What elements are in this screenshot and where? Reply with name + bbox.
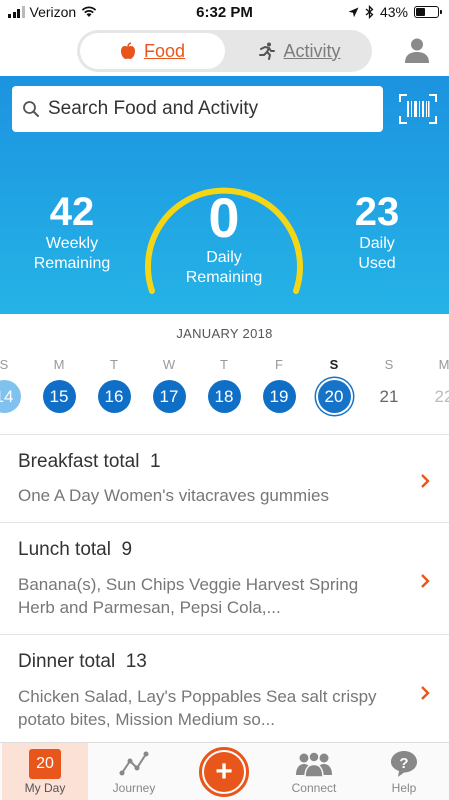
date-22[interactable]: 22 xyxy=(428,380,449,413)
add-button[interactable]: + xyxy=(199,747,249,797)
weekday-label: F xyxy=(275,357,283,372)
date-16[interactable]: 16 xyxy=(97,380,131,413)
tab-food[interactable]: Food xyxy=(80,33,225,69)
tab-connect-label: Connect xyxy=(291,781,337,795)
battery-percent: 43% xyxy=(379,4,408,20)
location-arrow-icon xyxy=(348,7,359,17)
daily-used-label-2: Used xyxy=(358,255,396,272)
food-activity-toggle: Food Activity xyxy=(77,30,372,72)
community-icon xyxy=(296,751,332,778)
help-bubble-icon: ? xyxy=(391,751,417,777)
meal-total: 9 xyxy=(121,539,133,560)
weekday-label-selected: S xyxy=(329,357,339,372)
weekly-remaining-label-1: Weekly xyxy=(45,235,99,252)
status-right: 43% xyxy=(348,4,442,20)
meal-items: One A Day Women's vitacraves gummies xyxy=(18,486,329,505)
meal-items: Chicken Salad, Lay's Poppables Sea salt … xyxy=(18,687,377,729)
weekly-remaining: 42 Weekly Remaining xyxy=(22,190,122,274)
daily-used-value: 23 xyxy=(354,190,400,234)
daily-remaining-label-1: Daily xyxy=(206,249,242,266)
date-15[interactable]: 15 xyxy=(42,380,76,413)
header: Food Activity xyxy=(0,28,449,76)
tab-help[interactable]: ? Help xyxy=(361,743,447,800)
runner-icon xyxy=(259,42,276,60)
meal-lunch[interactable]: Lunch total 9 Banana(s), Sun Chips Veggi… xyxy=(0,522,449,634)
weekday-label: M xyxy=(438,357,449,372)
status-bar: Verizon 6:32 PM 43% xyxy=(0,0,449,24)
tab-help-label: Help xyxy=(391,781,417,795)
add-icon: + xyxy=(204,752,244,792)
tab-journey[interactable]: Journey xyxy=(91,743,177,800)
barcode-scanner-icon[interactable] xyxy=(399,94,437,124)
weekday-label: S xyxy=(0,357,9,372)
battery-icon xyxy=(414,6,442,18)
search-icon xyxy=(23,101,39,117)
daily-remaining-label-2: Remaining xyxy=(185,269,263,286)
tab-activity[interactable]: Activity xyxy=(229,33,369,69)
tab-my-day-label: My Day xyxy=(24,781,66,795)
meal-total: 1 xyxy=(150,451,161,472)
meal-dinner[interactable]: Dinner total 13 Chicken Salad, Lay's Pop… xyxy=(0,634,449,742)
daily-used-label-1: Daily xyxy=(359,235,395,252)
date-19[interactable]: 19 xyxy=(262,380,296,413)
date-18[interactable]: 18 xyxy=(207,380,241,413)
meal-title: Breakfast total 1 xyxy=(18,451,161,473)
weekday-label: T xyxy=(220,357,228,372)
meal-name: Breakfast total xyxy=(18,451,140,472)
tab-my-day[interactable]: 20 My Day xyxy=(2,743,88,800)
tab-activity-label: Activity xyxy=(283,40,341,61)
date-14[interactable]: 14 xyxy=(0,380,21,413)
bluetooth-icon xyxy=(365,5,374,19)
meal-name: Dinner total xyxy=(18,651,116,672)
weekly-remaining-label-2: Remaining xyxy=(33,255,111,272)
meal-total: 13 xyxy=(125,651,147,672)
apple-icon xyxy=(120,42,135,59)
summary-panel: 42 Weekly Remaining 0 Daily Remaining 23… xyxy=(0,76,449,314)
meal-title: Dinner total 13 xyxy=(18,651,147,673)
tab-journey-label: Journey xyxy=(112,781,156,795)
weekday-label: W xyxy=(162,357,176,372)
svg-text:?: ? xyxy=(399,755,408,772)
daily-remaining-value: 0 xyxy=(208,186,240,249)
weekday-label: M xyxy=(53,357,65,372)
calendar-month: JANUARY 2018 xyxy=(176,326,273,341)
date-strip: 14 15 16 17 18 19 20 21 22 xyxy=(0,380,449,416)
calendar-badge: 20 xyxy=(36,755,54,772)
tab-food-label: Food xyxy=(143,40,186,61)
search-bar[interactable] xyxy=(12,86,383,132)
bottom-tab-bar: 20 My Day Journey + Connect ? Help xyxy=(0,742,449,800)
calendar-icon: 20 xyxy=(29,749,61,779)
weekly-remaining-value: 42 xyxy=(49,190,95,234)
date-20-selected[interactable]: 20 xyxy=(317,380,351,413)
date-21[interactable]: 21 xyxy=(373,380,406,413)
daily-used: 23 Daily Used xyxy=(336,190,418,274)
battery-fill xyxy=(416,8,426,16)
weekday-label: T xyxy=(110,357,118,372)
meal-items: Banana(s), Sun Chips Veggie Harvest Spri… xyxy=(18,575,359,617)
person-icon[interactable] xyxy=(403,36,431,64)
journey-graph-icon xyxy=(119,751,149,776)
chevron-right-icon xyxy=(421,474,430,488)
weekday-label: S xyxy=(384,357,394,372)
tab-connect[interactable]: Connect xyxy=(271,743,357,800)
meal-title: Lunch total 9 xyxy=(18,539,132,561)
daily-remaining: 0 Daily Remaining xyxy=(160,188,288,288)
weekday-row: S M T W T F S S M xyxy=(0,357,449,373)
meal-breakfast[interactable]: Breakfast total 1 One A Day Women's vita… xyxy=(0,434,449,522)
chevron-right-icon xyxy=(421,574,430,588)
chevron-right-icon xyxy=(421,686,430,700)
meal-name: Lunch total xyxy=(18,539,111,560)
search-input[interactable] xyxy=(48,98,368,120)
date-17[interactable]: 17 xyxy=(152,380,186,413)
